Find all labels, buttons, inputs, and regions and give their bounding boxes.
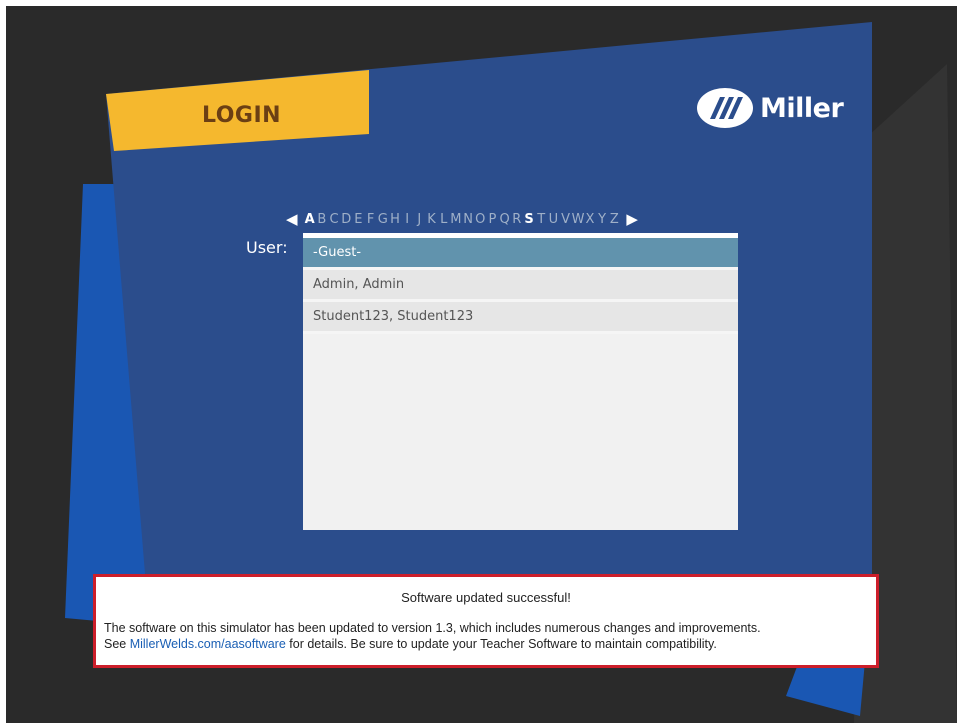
logo-wordmark: Miller <box>760 92 844 124</box>
alphabet-letter-j[interactable]: J <box>413 212 425 227</box>
notice-line-2-prefix: See <box>104 637 130 651</box>
alphabet-letter-c[interactable]: C <box>328 212 340 227</box>
page-title: LOGIN <box>202 103 282 128</box>
alphabet-letter-p[interactable]: P <box>486 212 498 227</box>
alphabet-letter-r[interactable]: R <box>511 212 523 227</box>
alphabet-letter-g[interactable]: G <box>377 212 389 227</box>
update-notice: Software updated successful! The softwar… <box>93 574 879 668</box>
alphabet-letters: ABCDEFGHIJKLMNOPQRSTUVWXYZ <box>304 212 621 227</box>
user-list-item[interactable]: -Guest- <box>303 238 738 270</box>
alphabet-letter-y[interactable]: Y <box>596 212 608 227</box>
alphabet-letter-k[interactable]: K <box>425 212 437 227</box>
alphabet-letter-v[interactable]: V <box>559 212 571 227</box>
alphabet-letter-e[interactable]: E <box>352 212 364 227</box>
alphabet-letter-i[interactable]: I <box>401 212 413 227</box>
alphabet-letter-x[interactable]: X <box>584 212 596 227</box>
miller-emblem-icon <box>697 88 753 128</box>
user-list-item[interactable]: Admin, Admin <box>303 270 738 302</box>
software-link[interactable]: MillerWelds.com/aasoftware <box>130 637 286 651</box>
alphabet-letter-a[interactable]: A <box>304 212 316 227</box>
alphabet-letter-d[interactable]: D <box>340 212 352 227</box>
alphabet-letter-b[interactable]: B <box>316 212 328 227</box>
notice-line-2-suffix: for details. Be sure to update your Teac… <box>285 637 717 651</box>
user-list-item[interactable]: Student123, Student123 <box>303 302 738 334</box>
alphabet-letter-h[interactable]: H <box>389 212 401 227</box>
notice-title: Software updated successful! <box>401 590 571 605</box>
alphabet-letter-w[interactable]: W <box>572 212 585 227</box>
alphabet-letter-f[interactable]: F <box>364 212 376 227</box>
alphabet-letter-t[interactable]: T <box>535 212 547 227</box>
alphabet-filter: ◀ ABCDEFGHIJKLMNOPQRSTUVWXYZ ▶ <box>286 209 766 229</box>
notice-line-1: The software on this simulator has been … <box>104 621 761 635</box>
user-label: User: <box>246 238 288 257</box>
miller-logo: Miller <box>696 86 861 130</box>
alphabet-letter-o[interactable]: O <box>474 212 486 227</box>
notice-body: The software on this simulator has been … <box>104 620 870 652</box>
alphabet-letter-m[interactable]: M <box>450 212 462 227</box>
alphabet-letter-z[interactable]: Z <box>608 212 620 227</box>
simulator-screen: LOGIN Miller ◀ ABCDEFGHIJKLMNOPQRSTUVWXY… <box>6 6 957 723</box>
right-arrow-icon[interactable]: ▶ <box>626 210 638 228</box>
user-list[interactable]: -Guest- Admin, Admin Student123, Student12… <box>303 233 738 530</box>
alphabet-letter-n[interactable]: N <box>462 212 474 227</box>
alphabet-letter-q[interactable]: Q <box>499 212 511 227</box>
alphabet-letter-s[interactable]: S <box>523 212 535 227</box>
notice-line-2: See MillerWelds.com/aasoftware for detai… <box>104 636 870 652</box>
alphabet-letter-u[interactable]: U <box>547 212 559 227</box>
left-arrow-icon[interactable]: ◀ <box>286 210 298 228</box>
alphabet-letter-l[interactable]: L <box>438 212 450 227</box>
